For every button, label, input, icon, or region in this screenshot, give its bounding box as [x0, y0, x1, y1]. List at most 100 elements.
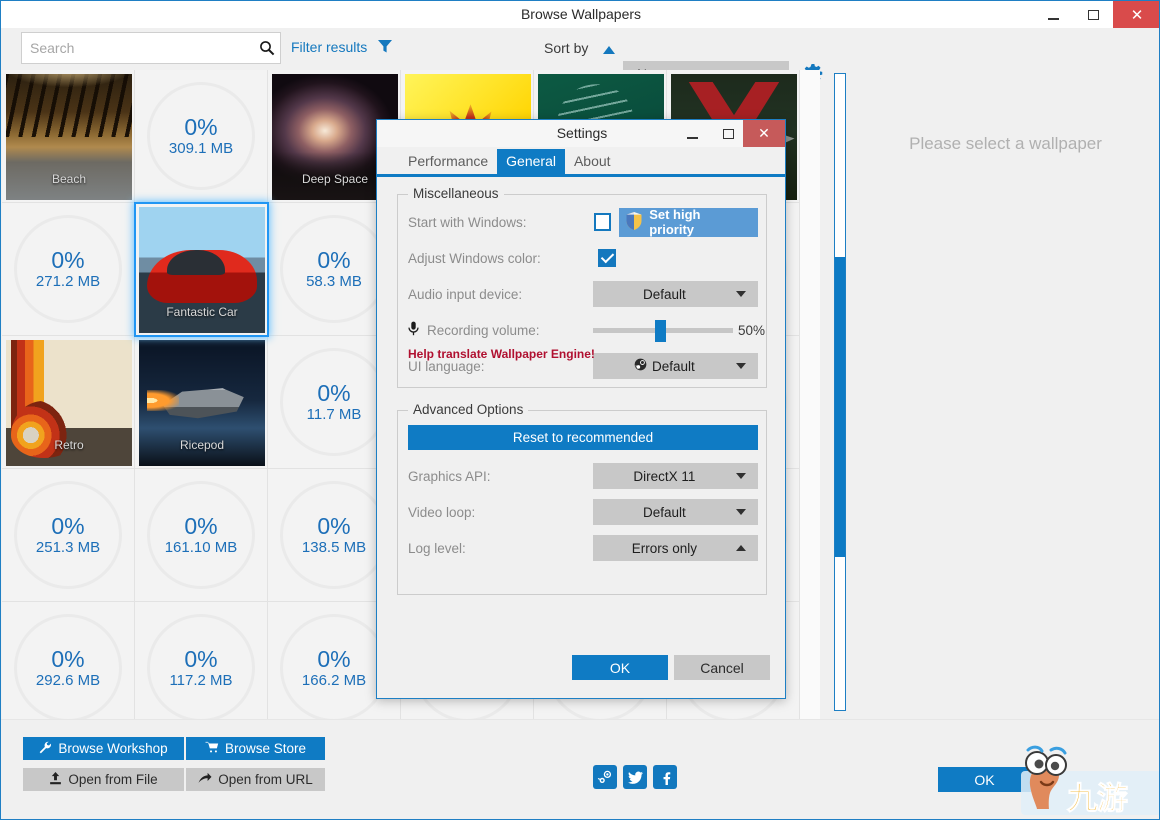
wallpaper-tile[interactable]: Retro: [2, 336, 135, 469]
browse-wallpapers-window: Browse Wallpapers ✕ Filter results: [0, 0, 1160, 820]
chevron-down-icon: [736, 291, 746, 297]
set-high-priority-label: Set high priority: [649, 207, 746, 237]
grid-scrollbar[interactable]: [834, 73, 846, 711]
search-input[interactable]: [22, 40, 254, 56]
settings-cancel-button[interactable]: Cancel: [674, 655, 770, 680]
start-with-windows-label: Start with Windows:: [408, 215, 594, 230]
browse-workshop-button[interactable]: Browse Workshop: [23, 737, 184, 760]
audio-input-device-select[interactable]: Default: [593, 281, 758, 307]
row-log-level: Log level: Errors only: [408, 535, 758, 561]
minimize-icon: [1048, 18, 1059, 20]
filter-results-link[interactable]: Filter results: [291, 39, 367, 55]
tile-title: Beach: [6, 172, 132, 186]
tab-performance[interactable]: Performance: [399, 149, 497, 174]
settings-ok-label: OK: [610, 660, 630, 676]
video-loop-select[interactable]: Default: [593, 499, 758, 525]
chevron-down-icon: [736, 473, 746, 479]
advanced-options-group: Advanced Options Reset to recommended Gr…: [397, 410, 767, 595]
maximize-icon: [723, 129, 734, 139]
recording-volume-label-wrap: Recording volume:: [408, 321, 593, 339]
wallpaper-tile[interactable]: 0%309.1 MB: [135, 70, 268, 203]
log-level-select[interactable]: Errors only: [593, 535, 758, 561]
steam-small-icon: [634, 358, 647, 374]
set-high-priority-button[interactable]: Set high priority: [619, 208, 758, 237]
search-toolbar: Filter results Sort by Name: [1, 28, 1160, 70]
wallpaper-tile[interactable]: 0%292.6 MB: [2, 602, 135, 720]
miscellaneous-group: Miscellaneous Start with Windows: Set hi…: [397, 194, 767, 388]
tile-size-label: 58.3 MB: [306, 273, 362, 290]
row-video-loop: Video loop: Default: [408, 499, 758, 525]
wallpaper-tile[interactable]: Fantastic Car: [135, 203, 268, 336]
search-box[interactable]: [21, 32, 281, 64]
window-close-button[interactable]: ✕: [1113, 1, 1160, 28]
wallpaper-tile[interactable]: 0%271.2 MB: [2, 203, 135, 336]
tile-size-label: 292.6 MB: [36, 672, 100, 689]
close-icon: ✕: [758, 125, 770, 142]
wallpaper-tile[interactable]: 0%251.3 MB: [2, 469, 135, 602]
open-from-file-label: Open from File: [68, 772, 157, 787]
sort-by-label: Sort by: [544, 40, 588, 56]
microphone-icon: [408, 321, 419, 339]
tile-progress-percent: 0%: [184, 115, 217, 140]
window-minimize-button[interactable]: [1033, 1, 1073, 28]
tile-progress-percent: 0%: [317, 248, 350, 273]
tile-progress-percent: 0%: [317, 381, 350, 406]
graphics-api-select[interactable]: DirectX 11: [593, 463, 758, 489]
reset-to-recommended-button[interactable]: Reset to recommended: [408, 425, 758, 450]
open-from-file-button[interactable]: Open from File: [23, 768, 184, 791]
search-icon[interactable]: [254, 39, 280, 57]
graphics-api-label: Graphics API:: [408, 469, 593, 484]
browse-store-button[interactable]: Browse Store: [186, 737, 325, 760]
settings-maximize-button[interactable]: [713, 120, 743, 147]
settings-minimize-button[interactable]: [677, 120, 707, 147]
cart-icon: [205, 741, 219, 757]
help-translate-link[interactable]: Help translate Wallpaper Engine!: [408, 347, 595, 361]
open-from-url-label: Open from URL: [218, 772, 313, 787]
tile-progress-percent: 0%: [317, 514, 350, 539]
wallpaper-tile[interactable]: 0%117.2 MB: [135, 602, 268, 720]
recording-volume-slider[interactable]: [593, 328, 758, 333]
tile-progress-percent: 0%: [317, 647, 350, 672]
funnel-icon[interactable]: [377, 38, 393, 59]
grid-scrollbar-thumb[interactable]: [835, 257, 845, 557]
graphics-api-value: DirectX 11: [593, 469, 736, 484]
window-maximize-button[interactable]: [1073, 1, 1113, 28]
tab-general[interactable]: General: [497, 149, 565, 174]
recording-volume-value: 50%: [738, 323, 765, 338]
ok-button[interactable]: OK: [938, 767, 1031, 792]
slider-thumb[interactable]: [655, 320, 666, 342]
miscellaneous-legend: Miscellaneous: [408, 186, 504, 201]
audio-input-device-value: Default: [593, 287, 736, 302]
tile-progress-percent: 0%: [51, 647, 84, 672]
chevron-down-icon: [736, 363, 746, 369]
tile-size-label: 117.2 MB: [169, 672, 232, 689]
wallpaper-tile[interactable]: Ricepod: [135, 336, 268, 469]
sort-direction-ascending-icon[interactable]: [603, 46, 615, 54]
facebook-icon[interactable]: [653, 765, 677, 789]
settings-tabs: Performance General About: [377, 147, 785, 177]
wallpaper-tile[interactable]: Beach: [2, 70, 135, 203]
tab-about[interactable]: About: [565, 149, 620, 174]
tile-progress-percent: 0%: [184, 647, 217, 672]
window-titlebar: Browse Wallpapers ✕: [1, 1, 1160, 28]
window-title: Browse Wallpapers: [1, 1, 1160, 28]
ok-button-label: OK: [974, 772, 994, 788]
open-from-url-button[interactable]: Open from URL: [186, 768, 325, 791]
tile-size-label: 161.10 MB: [165, 539, 238, 556]
settings-close-button[interactable]: ✕: [743, 120, 785, 147]
settings-ok-button[interactable]: OK: [572, 655, 668, 680]
tile-thumbnail: Beach: [6, 74, 132, 200]
steam-icon[interactable]: [593, 765, 617, 789]
row-audio-input-device: Audio input device: Default: [408, 281, 758, 307]
log-level-label: Log level:: [408, 541, 593, 556]
twitter-icon[interactable]: [623, 765, 647, 789]
tile-size-label: 11.7 MB: [307, 406, 362, 423]
browse-workshop-label: Browse Workshop: [58, 741, 167, 756]
upload-icon: [49, 772, 62, 788]
start-with-windows-checkbox[interactable]: [594, 213, 612, 231]
adjust-windows-color-checkbox[interactable]: [598, 249, 616, 267]
tile-progress-percent: 0%: [51, 248, 84, 273]
wallpaper-tile[interactable]: 0%161.10 MB: [135, 469, 268, 602]
ui-language-select[interactable]: Default: [593, 353, 758, 379]
recording-volume-label: Recording volume:: [427, 323, 540, 338]
